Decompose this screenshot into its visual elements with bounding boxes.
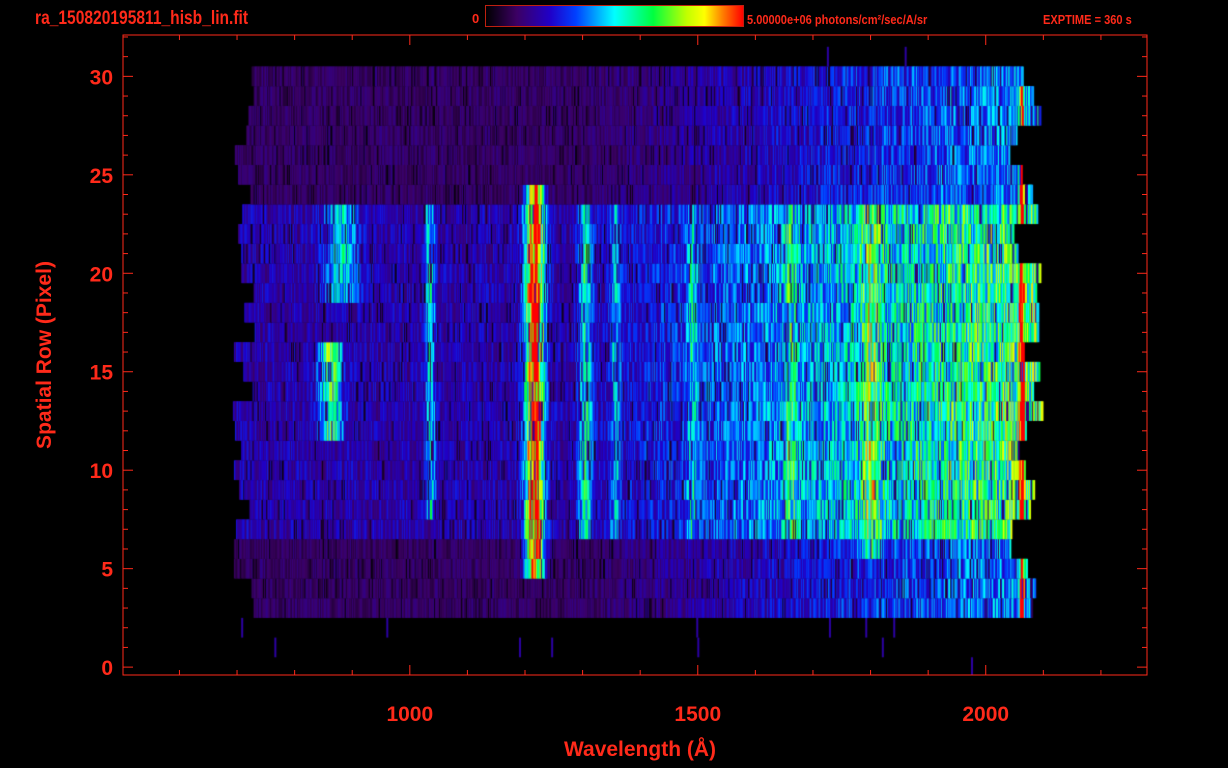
plot-axes: 1000 1500 2000 0 5 10 15 20 25 30 [90, 34, 1148, 726]
y-tick-label: 30 [90, 66, 113, 89]
y-tick-label: 15 [90, 362, 114, 385]
x-axis-label: Wavelength (Å) [563, 738, 717, 761]
y-tick-label: 5 [101, 559, 113, 582]
plot-frame [122, 34, 1148, 676]
x-tick-label: 2000 [962, 703, 1009, 726]
x-tick-label: 1500 [674, 703, 721, 726]
x-tick-label: 1000 [386, 703, 433, 726]
y-tick-label: 0 [101, 657, 113, 680]
y-tick-label: 10 [90, 460, 113, 483]
y-tick-label: 25 [90, 165, 114, 188]
y-tick-label: 20 [90, 263, 113, 286]
y-axis-label: Spatial Row (Pixel) [33, 261, 56, 449]
